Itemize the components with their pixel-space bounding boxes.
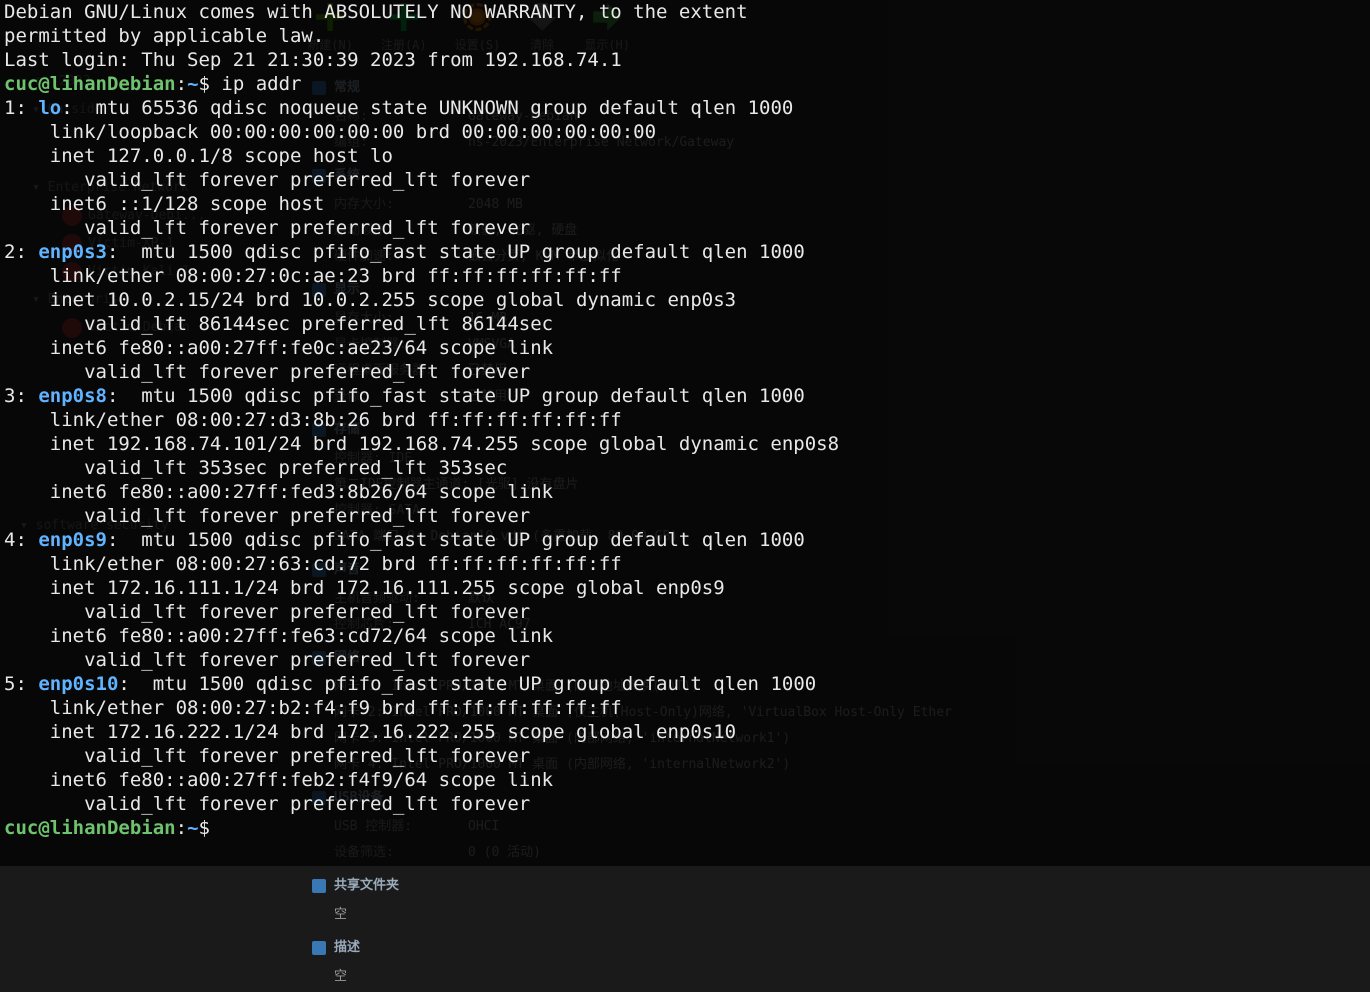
terminal-line: inet6 fe80::a00:27ff:fe0c:ae23/64 scope … — [4, 336, 1366, 360]
typed-command: ip addr — [221, 73, 301, 95]
iface-name: lo — [38, 97, 61, 119]
terminal-line: inet6 ::1/128 scope host — [4, 192, 1366, 216]
terminal-line: valid_lft forever preferred_lft forever — [4, 216, 1366, 240]
terminal-line: Debian GNU/Linux comes with ABSOLUTELY N… — [4, 0, 1366, 24]
terminal-line: inet 172.16.111.1/24 brd 172.16.111.255 … — [4, 576, 1366, 600]
prompt-line[interactable]: cuc@lihanDebian:~$ — [4, 816, 1366, 840]
prompt-host: lihanDebian — [50, 817, 176, 839]
terminal-line: valid_lft forever preferred_lft forever — [4, 648, 1366, 672]
terminal-line: inet6 fe80::a00:27ff:fe63:cd72/64 scope … — [4, 624, 1366, 648]
terminal-line: inet 192.168.74.101/24 brd 192.168.74.25… — [4, 432, 1366, 456]
terminal-line: inet6 fe80::a00:27ff:feb2:f4f9/64 scope … — [4, 768, 1366, 792]
terminal-line: 3: enp0s8: mtu 1500 qdisc pfifo_fast sta… — [4, 384, 1366, 408]
terminal-line: valid_lft 353sec preferred_lft 353sec — [4, 456, 1366, 480]
terminal-line: valid_lft forever preferred_lft forever — [4, 504, 1366, 528]
section-desc[interactable]: 描述 — [312, 936, 1358, 964]
terminal-line: valid_lft forever preferred_lft forever — [4, 168, 1366, 192]
terminal-line: link/ether 08:00:27:63:cd:72 brd ff:ff:f… — [4, 552, 1366, 576]
terminal-line: valid_lft forever preferred_lft forever — [4, 744, 1366, 768]
terminal-line: 2: enp0s3: mtu 1500 qdisc pfifo_fast sta… — [4, 240, 1366, 264]
terminal-line: link/ether 08:00:27:b2:f4:f9 brd ff:ff:f… — [4, 696, 1366, 720]
iface-name: enp0s3 — [38, 241, 107, 263]
comment-icon — [312, 941, 326, 955]
terminal-line: inet 172.16.222.1/24 brd 172.16.222.255 … — [4, 720, 1366, 744]
prompt-user: cuc — [4, 817, 38, 839]
terminal-line: permitted by applicable law. — [4, 24, 1366, 48]
prompt-path: ~ — [187, 73, 198, 95]
terminal-line: inet 10.0.2.15/24 brd 10.0.2.255 scope g… — [4, 288, 1366, 312]
prompt-line: cuc@lihanDebian:~$ ip addr — [4, 72, 1366, 96]
terminal-line: Last login: Thu Sep 21 21:30:39 2023 fro… — [4, 48, 1366, 72]
terminal[interactable]: Debian GNU/Linux comes with ABSOLUTELY N… — [0, 0, 1370, 866]
terminal-line: 1: lo: mtu 65536 qdisc noqueue state UNK… — [4, 96, 1366, 120]
section-shared[interactable]: 共享文件夹 — [312, 874, 1358, 902]
prompt-at: @ — [38, 73, 49, 95]
terminal-line: 5: enp0s10: mtu 1500 qdisc pfifo_fast st… — [4, 672, 1366, 696]
iface-name: enp0s10 — [38, 673, 118, 695]
terminal-line: link/ether 08:00:27:0c:ae:23 brd ff:ff:f… — [4, 264, 1366, 288]
terminal-line: valid_lft forever preferred_lft forever — [4, 360, 1366, 384]
prompt-host: lihanDebian — [50, 73, 176, 95]
terminal-line: 4: enp0s9: mtu 1500 qdisc pfifo_fast sta… — [4, 528, 1366, 552]
terminal-line: valid_lft forever preferred_lft forever — [4, 600, 1366, 624]
prompt-path: ~ — [187, 817, 198, 839]
terminal-line: inet 127.0.0.1/8 scope host lo — [4, 144, 1366, 168]
terminal-line: valid_lft forever preferred_lft forever — [4, 792, 1366, 816]
terminal-line: inet6 fe80::a00:27ff:fed3:8b26/64 scope … — [4, 480, 1366, 504]
folder-icon — [312, 879, 326, 893]
iface-name: enp0s8 — [38, 385, 107, 407]
prompt-user: cuc — [4, 73, 38, 95]
terminal-line: link/loopback 00:00:00:00:00:00 brd 00:0… — [4, 120, 1366, 144]
iface-name: enp0s9 — [38, 529, 107, 551]
terminal-line: valid_lft 86144sec preferred_lft 86144se… — [4, 312, 1366, 336]
prompt-at: @ — [38, 817, 49, 839]
terminal-line: link/ether 08:00:27:d3:8b:26 brd ff:ff:f… — [4, 408, 1366, 432]
